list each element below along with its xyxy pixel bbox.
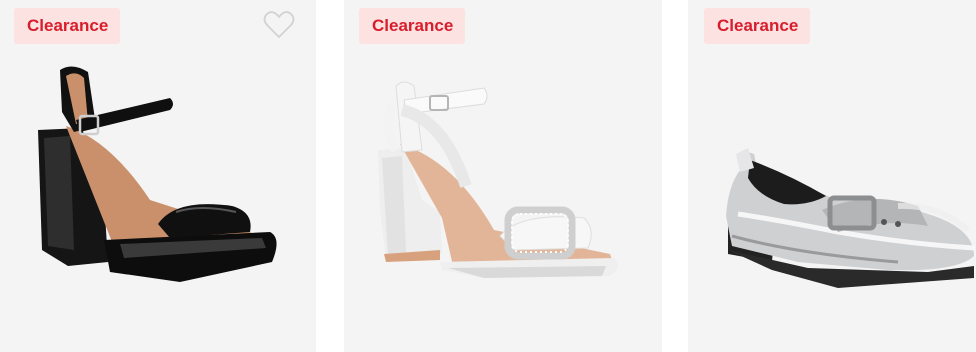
clearance-badge: Clearance — [359, 8, 466, 44]
product-image[interactable] — [688, 0, 976, 352]
product-card[interactable]: Clearance — [688, 0, 976, 352]
product-card[interactable]: Clearance — [0, 0, 316, 352]
clearance-badge: Clearance — [14, 8, 121, 44]
clearance-badge: Clearance — [704, 8, 811, 44]
product-image[interactable] — [0, 0, 316, 352]
heart-outline-icon[interactable] — [263, 10, 295, 40]
product-image[interactable] — [344, 0, 662, 352]
product-card[interactable]: Clearance — [344, 0, 662, 352]
